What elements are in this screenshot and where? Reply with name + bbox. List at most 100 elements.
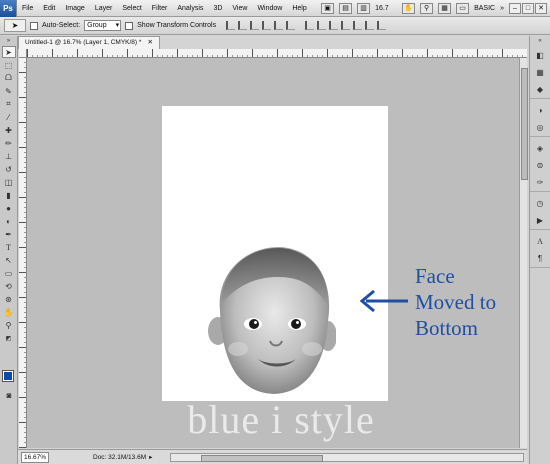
vertical-scrollbar[interactable]: [519, 58, 528, 448]
auto-select-dropdown[interactable]: Group: [84, 20, 122, 31]
status-menu-icon[interactable]: ▸: [149, 453, 152, 461]
panel-group-color: « ◧ ▦ ◆: [530, 38, 550, 99]
stamp-icon[interactable]: ⊥: [2, 150, 16, 162]
character-icon[interactable]: A: [534, 235, 547, 247]
distribute-vcenter-icon[interactable]: [317, 21, 327, 30]
annotation-line-1: Face: [415, 264, 455, 288]
distribute-right-icon[interactable]: [365, 21, 375, 30]
history-icon[interactable]: ◷: [534, 197, 547, 209]
panel-group-history: ◷ ▶: [530, 197, 550, 230]
align-top-icon[interactable]: [226, 21, 236, 30]
extras-icon[interactable]: ▥: [357, 2, 371, 14]
workspace-switcher[interactable]: BASIC: [474, 5, 495, 12]
panel-group-layers: ◈ ⊜ ✑: [530, 142, 550, 192]
menu-3d[interactable]: 3D: [208, 0, 227, 17]
tool-preset-picker[interactable]: ➤: [4, 19, 26, 32]
zoom-tool-icon[interactable]: ⚲: [420, 2, 434, 14]
mini-bridge-icon[interactable]: ▤: [339, 2, 353, 14]
paths-icon[interactable]: ✑: [534, 176, 547, 188]
crop-icon[interactable]: ⌗: [2, 98, 16, 110]
history-brush-icon[interactable]: ↺: [2, 163, 16, 175]
eyedropper-icon[interactable]: ⁄: [2, 111, 16, 123]
close-icon[interactable]: ✕: [535, 2, 547, 14]
adjustments-icon[interactable]: ◑: [534, 104, 547, 116]
transform-controls-checkbox[interactable]: [125, 21, 134, 30]
align-left-icon[interactable]: [262, 21, 272, 30]
healing-icon[interactable]: ✚: [2, 124, 16, 136]
workspace-chevron-icon[interactable]: »: [500, 5, 504, 12]
quick-select-icon[interactable]: ✎: [2, 85, 16, 97]
minimize-icon[interactable]: –: [509, 2, 521, 14]
hand-icon[interactable]: ✋: [2, 306, 16, 318]
status-zoom-field[interactable]: 16.67%: [21, 451, 49, 463]
gradient-icon[interactable]: ▮: [2, 189, 16, 201]
pen-icon[interactable]: ✒: [2, 228, 16, 240]
zoom-icon[interactable]: ⚲: [2, 319, 16, 331]
channels-icon[interactable]: ⊜: [534, 159, 547, 171]
arrange-documents-icon[interactable]: ▦: [438, 2, 452, 14]
auto-select-checkbox[interactable]: [30, 21, 38, 30]
tools-panel: » ➤ ⬚ ᗝ ✎ ⌗ ⁄ ✚ ✏ ⊥ ↺ ◫ ▮ ● ◐ ✒ T ↖ ▭ ⟲ …: [0, 36, 18, 464]
color-icon[interactable]: ◧: [534, 49, 547, 61]
menu-image[interactable]: Image: [60, 0, 89, 17]
menu-file[interactable]: File: [17, 0, 38, 17]
eraser-icon[interactable]: ◫: [2, 176, 16, 188]
document-tab[interactable]: Untitled-1 @ 16.7% (Layer 1, CMYK/8) * ✕: [18, 36, 160, 49]
default-colors-icon[interactable]: ◩: [2, 332, 16, 344]
brush-icon[interactable]: ✏: [2, 137, 16, 149]
status-bar: 16.67% Doc: 32.1M/13.6M ▸: [18, 449, 527, 464]
distribute-left-icon[interactable]: [341, 21, 351, 30]
move-icon[interactable]: ➤: [1, 46, 16, 58]
menu-window[interactable]: Window: [252, 0, 287, 17]
menu-filter[interactable]: Filter: [147, 0, 173, 17]
styles-icon[interactable]: ◆: [534, 83, 547, 95]
menu-analysis[interactable]: Analysis: [172, 0, 208, 17]
lasso-icon[interactable]: ᗝ: [2, 72, 16, 84]
blur-icon[interactable]: ●: [2, 202, 16, 214]
horizontal-scrollbar[interactable]: [170, 452, 524, 462]
align-bottom-icon[interactable]: [250, 21, 260, 30]
menu-edit[interactable]: Edit: [38, 0, 60, 17]
distribute-top-icon[interactable]: [305, 21, 315, 30]
dodge-icon[interactable]: ◐: [2, 215, 16, 227]
type-icon[interactable]: T: [2, 241, 16, 253]
document-size-info[interactable]: Doc: 32.1M/13.6M: [93, 454, 146, 461]
foreground-color-swatch[interactable]: [2, 370, 14, 382]
align-right-icon[interactable]: [286, 21, 296, 30]
auto-align-icon[interactable]: [377, 21, 387, 30]
maximize-icon[interactable]: □: [522, 2, 534, 14]
quick-mask-icon[interactable]: ◙: [2, 389, 16, 401]
distribute-hcenter-icon[interactable]: [353, 21, 363, 30]
bridge-icon[interactable]: ▣: [321, 2, 335, 14]
hand-tool-icon[interactable]: ✋: [402, 2, 416, 14]
zoom-level[interactable]: 16.7: [375, 5, 397, 12]
document-canvas[interactable]: [162, 106, 388, 401]
panel-collapse-icon[interactable]: »: [2, 37, 16, 45]
swatches-icon[interactable]: ▦: [534, 66, 547, 78]
align-vcenter-icon[interactable]: [238, 21, 248, 30]
horizontal-ruler[interactable]: [27, 49, 527, 58]
3d-orbit-icon[interactable]: ⊛: [2, 293, 16, 305]
shape-icon[interactable]: ▭: [2, 267, 16, 279]
align-hcenter-icon[interactable]: [274, 21, 284, 30]
menu-view[interactable]: View: [227, 0, 252, 17]
distribute-bottom-icon[interactable]: [329, 21, 339, 30]
marquee-icon[interactable]: ⬚: [2, 59, 16, 71]
path-select-icon[interactable]: ↖: [2, 254, 16, 266]
screen-mode-icon[interactable]: ▭: [456, 2, 470, 14]
vertical-ruler[interactable]: [19, 58, 27, 448]
menu-help[interactable]: Help: [287, 0, 311, 17]
tab-close-icon[interactable]: ✕: [147, 37, 152, 49]
3d-rotate-icon[interactable]: ⟲: [2, 280, 16, 292]
annotation-text: Face Moved to Bottom: [415, 263, 525, 341]
menu-bar: Ps File Edit Image Layer Select Filter A…: [0, 0, 550, 17]
layers-icon[interactable]: ◈: [534, 142, 547, 154]
ruler-origin[interactable]: [19, 49, 27, 58]
menu-layer[interactable]: Layer: [90, 0, 118, 17]
masks-icon[interactable]: ◎: [534, 121, 547, 133]
menu-select[interactable]: Select: [117, 0, 146, 17]
paragraph-icon[interactable]: ¶: [534, 252, 547, 264]
actions-icon[interactable]: ▶: [534, 214, 547, 226]
window-controls: – □ ✕: [509, 2, 547, 14]
dock-collapse-icon[interactable]: «: [534, 38, 547, 44]
